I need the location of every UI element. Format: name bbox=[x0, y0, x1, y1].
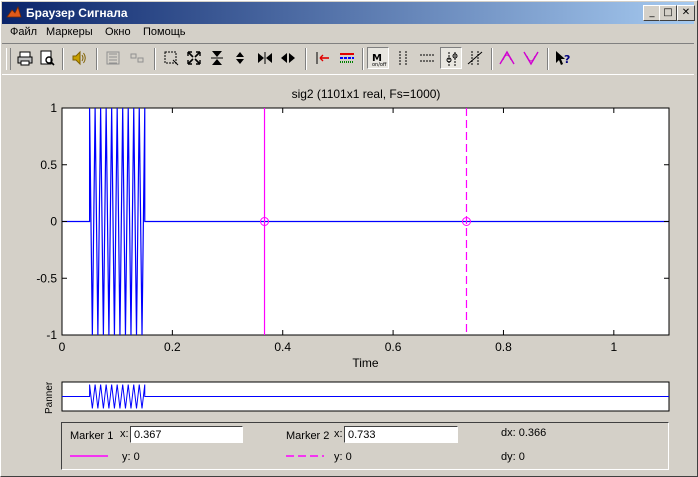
x-tick-label: 0.8 bbox=[495, 340, 512, 354]
marker1-y-readout: y: 0 bbox=[122, 451, 140, 463]
marker1-x-label: x: bbox=[120, 428, 129, 440]
marker2-x-label: x: bbox=[334, 428, 343, 440]
x-tick-label: 0.4 bbox=[274, 340, 291, 354]
marker1-label: Marker 1 bbox=[70, 430, 114, 442]
marker1-x-input[interactable] bbox=[130, 426, 243, 443]
y-tick-label: -1 bbox=[46, 328, 57, 342]
y-tick-label: 0.5 bbox=[40, 158, 57, 172]
dy-readout: dy: 0 bbox=[501, 451, 525, 463]
marker2-x-input[interactable] bbox=[344, 426, 458, 443]
y-tick-label: -0.5 bbox=[36, 271, 57, 285]
signal-axes[interactable]: 0 0.2 0.4 0.6 0.8 1 -1 -0.5 0 0.5 1 Time Panner bbox=[0, 0, 698, 477]
marker2-y-readout: y: 0 bbox=[334, 451, 352, 463]
dx-readout: dx: 0.366 bbox=[501, 427, 547, 439]
marker2-label: Marker 2 bbox=[286, 430, 330, 442]
panner-label: Panner bbox=[44, 381, 55, 414]
y-tick-label: 0 bbox=[50, 215, 57, 229]
x-tick-label: 0.2 bbox=[164, 340, 181, 354]
x-axis-label: Time bbox=[352, 356, 379, 370]
x-tick-label: 0.6 bbox=[385, 340, 402, 354]
x-tick-label: 0 bbox=[59, 340, 66, 354]
y-tick-label: 1 bbox=[50, 101, 57, 115]
x-tick-label: 1 bbox=[610, 340, 617, 354]
